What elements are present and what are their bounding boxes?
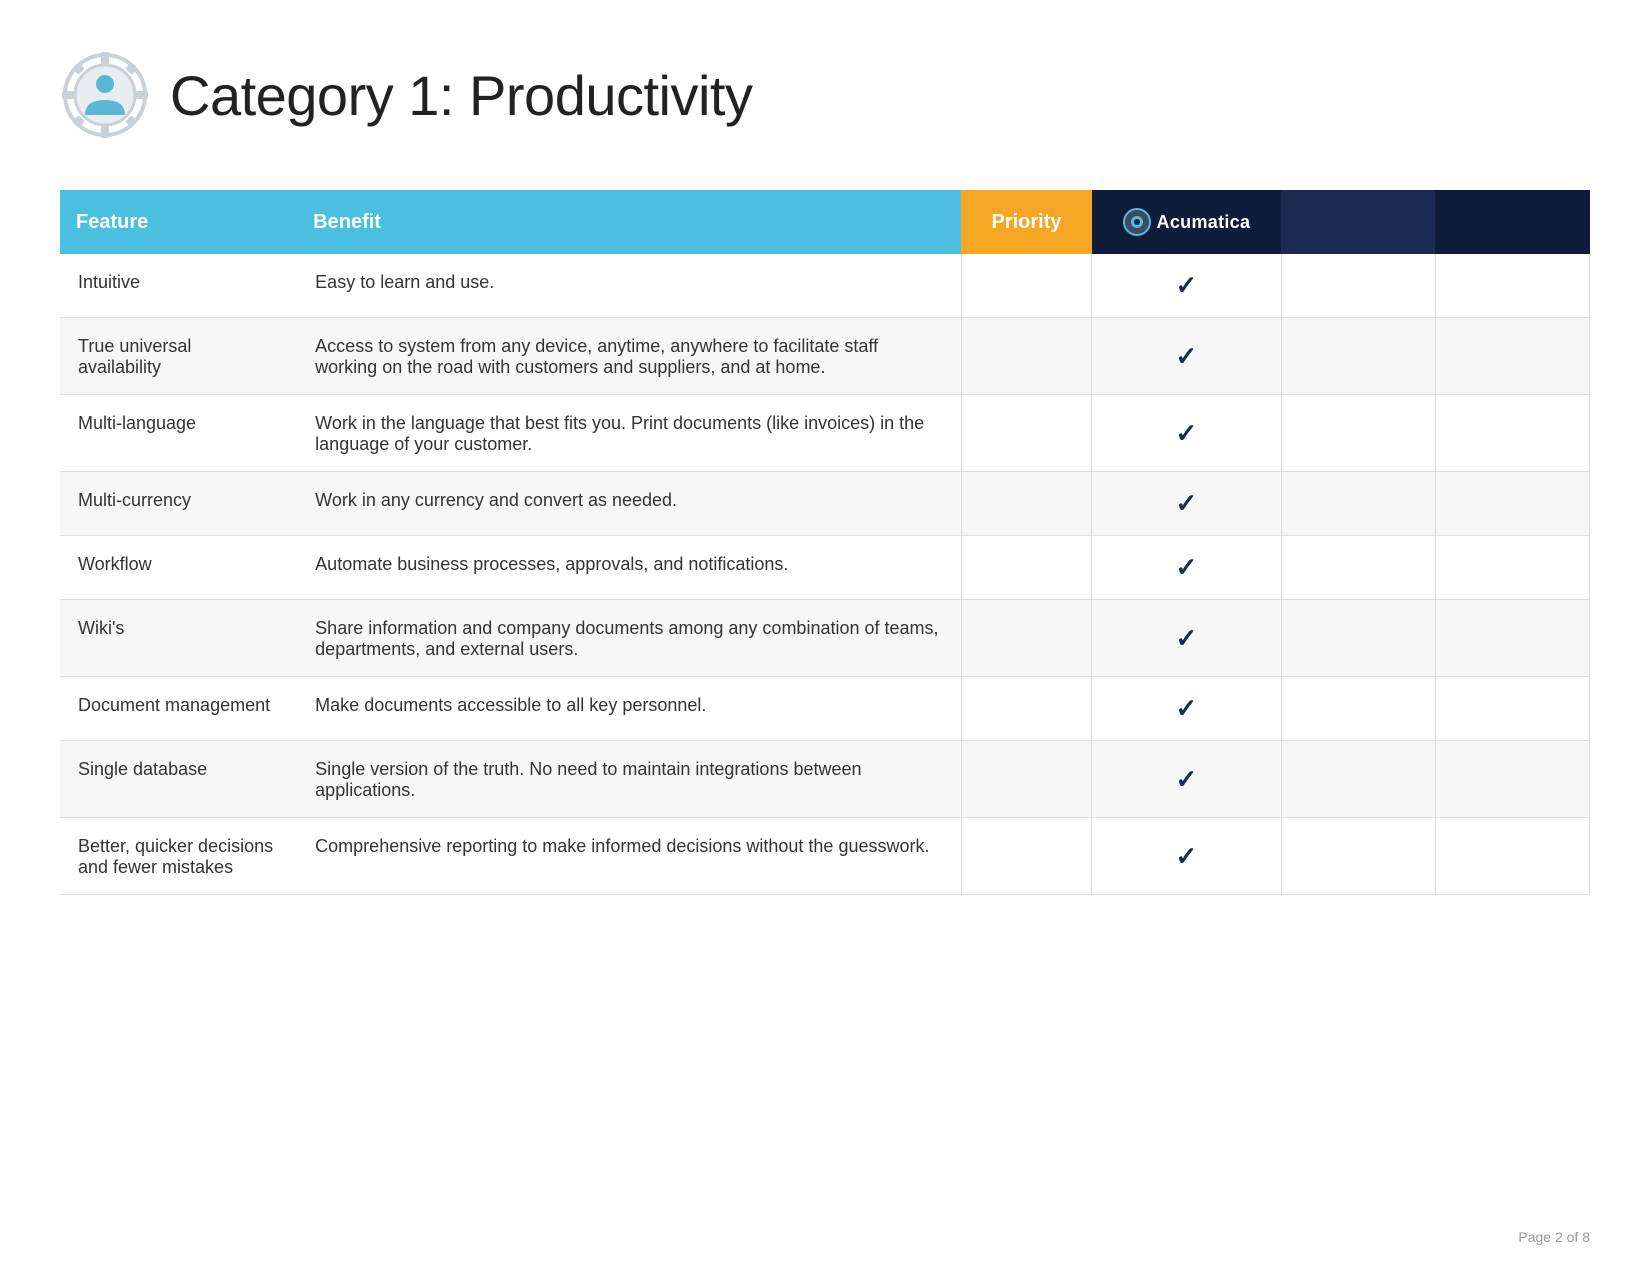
cell-comp2 xyxy=(1435,818,1589,895)
cell-comp2 xyxy=(1435,600,1589,677)
cell-benefit: Work in any currency and convert as need… xyxy=(297,472,961,536)
cell-comp2 xyxy=(1435,536,1589,600)
col-header-acumatica: Acumatica xyxy=(1092,190,1281,254)
cell-comp1 xyxy=(1281,395,1435,472)
comparison-table: Feature Benefit Priority xyxy=(60,190,1590,895)
page-container: Category 1: Productivity Feature Benefit xyxy=(0,0,1650,955)
table-row: Multi-currencyWork in any currency and c… xyxy=(60,472,1590,536)
cell-acumatica: ✓ xyxy=(1092,600,1281,677)
table-row: Single databaseSingle version of the tru… xyxy=(60,741,1590,818)
cell-feature: Document management xyxy=(60,677,297,741)
cell-benefit: Automate business processes, approvals, … xyxy=(297,536,961,600)
comparison-table-wrapper: Feature Benefit Priority xyxy=(60,190,1590,895)
col-header-feature: Feature xyxy=(60,190,297,254)
col-header-priority: Priority xyxy=(961,190,1091,254)
cell-comp1 xyxy=(1281,741,1435,818)
cell-feature: Multi-language xyxy=(60,395,297,472)
table-row: Wiki'sShare information and company docu… xyxy=(60,600,1590,677)
table-row: Better, quicker decisions and fewer mist… xyxy=(60,818,1590,895)
cell-benefit: Single version of the truth. No need to … xyxy=(297,741,961,818)
cell-comp1 xyxy=(1281,536,1435,600)
cell-feature: Multi-currency xyxy=(60,472,297,536)
cell-feature: Better, quicker decisions and fewer mist… xyxy=(60,818,297,895)
cell-feature: Intuitive xyxy=(60,254,297,318)
acumatica-logo: Acumatica xyxy=(1108,208,1265,236)
cell-acumatica: ✓ xyxy=(1092,536,1281,600)
cell-benefit: Comprehensive reporting to make informed… xyxy=(297,818,961,895)
cell-feature: True universal availability xyxy=(60,318,297,395)
page-title: Category 1: Productivity xyxy=(170,63,752,128)
cell-benefit: Make documents accessible to all key per… xyxy=(297,677,961,741)
cell-priority xyxy=(961,536,1091,600)
table-row: WorkflowAutomate business processes, app… xyxy=(60,536,1590,600)
col-header-benefit: Benefit xyxy=(297,190,961,254)
cell-priority xyxy=(961,395,1091,472)
cell-comp1 xyxy=(1281,677,1435,741)
page-footer: Page 2 of 8 xyxy=(1518,1229,1590,1245)
cell-acumatica: ✓ xyxy=(1092,318,1281,395)
col-header-comp2 xyxy=(1435,190,1589,254)
cell-priority xyxy=(961,677,1091,741)
acumatica-logo-text: Acumatica xyxy=(1157,212,1251,233)
table-row: True universal availabilityAccess to sys… xyxy=(60,318,1590,395)
cell-benefit: Access to system from any device, anytim… xyxy=(297,318,961,395)
cell-priority xyxy=(961,741,1091,818)
page-header: Category 1: Productivity xyxy=(60,50,1590,140)
cell-priority xyxy=(961,472,1091,536)
cell-benefit: Share information and company documents … xyxy=(297,600,961,677)
cell-comp2 xyxy=(1435,472,1589,536)
table-row: Multi-languageWork in the language that … xyxy=(60,395,1590,472)
cell-comp1 xyxy=(1281,254,1435,318)
cell-feature: Single database xyxy=(60,741,297,818)
table-row: Document managementMake documents access… xyxy=(60,677,1590,741)
cell-priority xyxy=(961,254,1091,318)
cell-comp1 xyxy=(1281,472,1435,536)
page-number: Page 2 of 8 xyxy=(1518,1229,1590,1245)
cell-priority xyxy=(961,818,1091,895)
cell-acumatica: ✓ xyxy=(1092,254,1281,318)
cell-feature: Wiki's xyxy=(60,600,297,677)
cell-comp1 xyxy=(1281,600,1435,677)
cell-feature: Workflow xyxy=(60,536,297,600)
cell-priority xyxy=(961,318,1091,395)
cell-acumatica: ✓ xyxy=(1092,677,1281,741)
category-icon xyxy=(60,50,150,140)
cell-comp2 xyxy=(1435,677,1589,741)
cell-comp1 xyxy=(1281,818,1435,895)
cell-priority xyxy=(961,600,1091,677)
col-header-comp1 xyxy=(1281,190,1435,254)
cell-comp1 xyxy=(1281,318,1435,395)
cell-benefit: Easy to learn and use. xyxy=(297,254,961,318)
cell-comp2 xyxy=(1435,254,1589,318)
cell-comp2 xyxy=(1435,741,1589,818)
cell-benefit: Work in the language that best fits you.… xyxy=(297,395,961,472)
cell-comp2 xyxy=(1435,395,1589,472)
cell-acumatica: ✓ xyxy=(1092,472,1281,536)
cell-comp2 xyxy=(1435,318,1589,395)
table-row: IntuitiveEasy to learn and use. ✓ xyxy=(60,254,1590,318)
cell-acumatica: ✓ xyxy=(1092,818,1281,895)
cell-acumatica: ✓ xyxy=(1092,395,1281,472)
cell-acumatica: ✓ xyxy=(1092,741,1281,818)
